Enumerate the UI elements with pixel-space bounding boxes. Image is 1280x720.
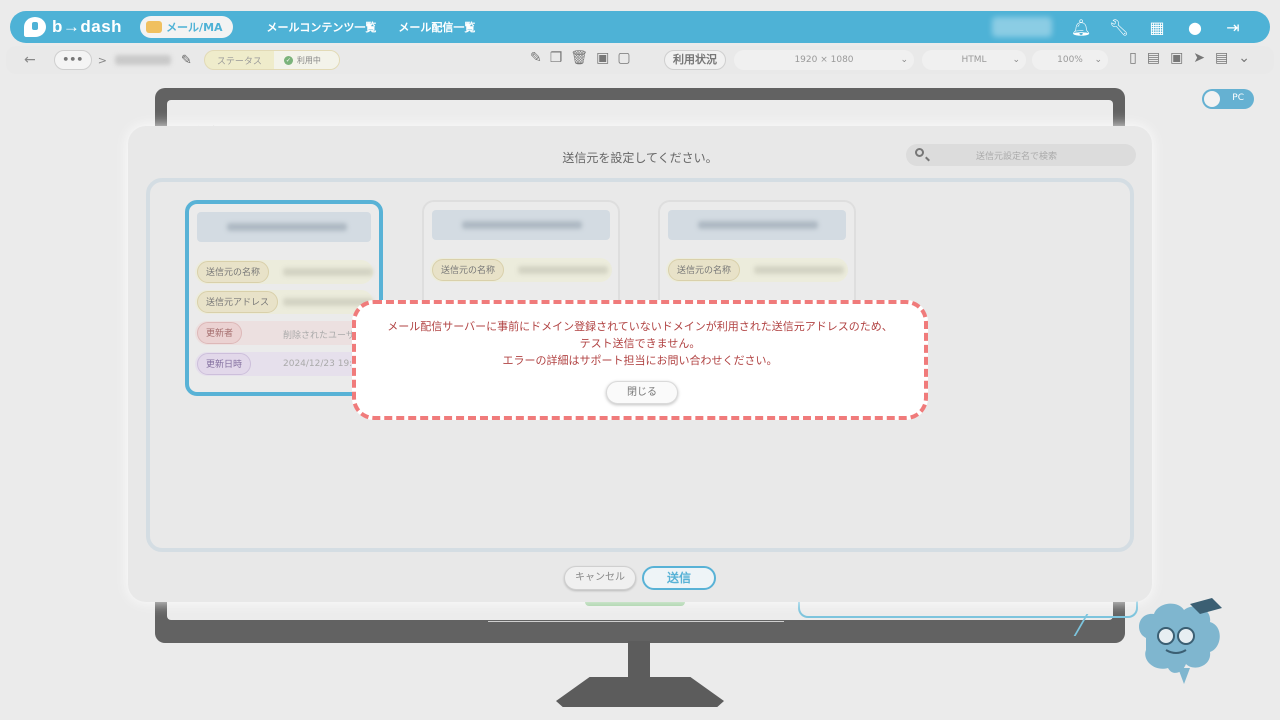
zoom-select[interactable]: 100% ⌄ [1032,50,1108,70]
chat-icon[interactable]: ● [1184,16,1206,38]
sender-card-header [197,212,371,242]
monitor-stand-neck [628,641,650,679]
sender-title-blurred [698,221,818,229]
document-icon[interactable]: ▤ [1215,50,1228,66]
status-value-text: 利用中 [296,55,321,65]
sender-card-header [668,210,846,240]
device-toggle[interactable]: PC [1202,89,1254,109]
chevron-down-icon: ⌄ [1012,55,1020,65]
contact-icon[interactable]: ▣ [1170,50,1183,66]
format-value: HTML [961,55,987,65]
monitor-stand-base [556,677,724,707]
html-file-icon[interactable]: ▯ [1129,50,1137,66]
nav-icons: 🔔︎ 🔧︎ ▦ ● ⇥ [1070,16,1244,38]
sender-search-input[interactable]: 送信元設定名で検索 [906,144,1136,166]
user-name-blurred [992,17,1052,37]
sender-title-blurred [227,223,347,231]
sender-name-blurred [283,268,373,276]
grid-icon[interactable]: ▦ [1146,16,1168,38]
search-icon [915,148,924,157]
send-button[interactable]: 送信 [642,566,716,590]
editor-toolbar: ← ••• > ✎ ステータス ✓ 利用中 ✎ ❐ 🗑︎ ▣ ▢ 利用状況 19… [6,46,1274,74]
status-value: ✓ 利用中 [273,51,339,69]
edit-tools: ✎ ❐ 🗑︎ ▣ ▢ [530,50,631,66]
status-label: ステータス [216,56,262,67]
preview-divider [488,621,784,622]
updated-at-value: 2024/12/23 19:0 [283,359,358,369]
cancel-button[interactable]: キャンセル [564,566,636,590]
sender-name-row: 送信元の名称 [666,258,848,282]
send-icon[interactable]: ➤ [1193,50,1205,66]
sender-address-row: 送信元アドレス [195,290,373,314]
sender-updated-row: 更新日時 2024/12/23 19:0 [195,352,373,376]
edit-name-icon[interactable]: ✎ [181,53,192,68]
status-badge: ステータス ✓ 利用中 [203,50,340,70]
chevron-down-icon: ⌄ [1094,55,1102,65]
back-arrow-icon[interactable]: ← [24,52,36,68]
check-icon: ✓ [283,55,293,65]
wrench-icon[interactable]: 🔧︎ [1108,16,1130,38]
logo-text: b→dash [52,17,123,36]
trash-icon[interactable]: 🗑︎ [570,50,588,66]
toggle-label: PC [1232,93,1244,103]
nav-link-mail-delivery[interactable]: メール配信一覧 [398,19,475,35]
sender-name-row: 送信元の名称 [430,258,612,282]
nav-link-mail-contents[interactable]: メールコンテンツ一覧 [267,19,377,35]
error-line-3: エラーの詳細はサポート担当にお問い合わせください。 [502,354,778,367]
close-button[interactable]: 閉じる [606,381,678,404]
clipboard-icon[interactable]: ▤ [1147,50,1160,66]
chevron-down-icon: ⌄ [900,55,908,65]
updater-label: 更新者 [197,322,243,344]
sender-name-label: 送信元の名称 [197,261,270,283]
copy-icon[interactable]: ❐ [550,50,563,66]
error-message: メール配信サーバーに事前にドメイン登録されていないドメインが利用された送信元アド… [356,318,924,369]
zoom-value: 100% [1057,55,1083,65]
resolution-select[interactable]: 1920 × 1080 ⌄ [734,50,914,70]
mail-ma-label: メール/MA [166,21,223,34]
logo-icon [24,17,46,37]
search-placeholder: 送信元設定名で検索 [976,152,1058,162]
error-line-2: テスト送信できません。 [579,337,701,350]
edit-icon[interactable]: ✎ [530,50,542,66]
sender-name-row: 送信元の名称 [195,260,373,284]
sender-name-label: 送信元の名称 [668,259,741,281]
mail-ma-icon [146,21,163,33]
sender-name-blurred [754,266,844,274]
chevron-down-icon[interactable]: ⌄ [1238,50,1250,66]
top-navigation: b→dash メール/MA メールコンテンツ一覧 メール配信一覧 🔔︎ 🔧︎ ▦… [10,11,1270,43]
archive-icon[interactable]: ▣ [596,50,609,66]
usage-status-button[interactable]: 利用状況 [664,50,726,70]
sender-name-blurred [518,266,608,274]
toggle-knob [1204,91,1220,107]
restore-icon[interactable]: ▢ [617,50,630,66]
mail-ma-menu-button[interactable]: メール/MA [140,16,233,38]
breadcrumb-more-button[interactable]: ••• [53,50,92,70]
updated-at-label: 更新日時 [197,353,252,375]
toolbar-right-icons: ▯ ▤ ▣ ➤ ▤ ⌄ [1129,50,1250,66]
sender-title-blurred [462,221,582,229]
error-line-1: メール配信サーバーに事前にドメイン登録されていないドメインが利用された送信元アド… [387,320,893,333]
logout-icon[interactable]: ⇥ [1222,16,1244,38]
content-name-blurred [114,55,171,65]
format-select[interactable]: HTML ⌄ [922,50,1026,70]
sender-name-label: 送信元の名称 [432,259,505,281]
resolution-value: 1920 × 1080 [794,55,854,65]
updater-value: 削除されたユーザ [283,331,355,341]
sender-address-label: 送信元アドレス [197,291,279,313]
mascot-icon [1139,598,1222,684]
error-popup: メール配信サーバーに事前にドメイン登録されていないドメインが利用された送信元アド… [352,300,928,420]
sender-updater-row: 更新者 削除されたユーザ [195,321,373,345]
bell-icon[interactable]: 🔔︎ [1070,16,1092,38]
sender-card-header [432,210,610,240]
brand-logo[interactable]: b→dash [24,17,122,37]
breadcrumb-separator: > [97,53,107,67]
